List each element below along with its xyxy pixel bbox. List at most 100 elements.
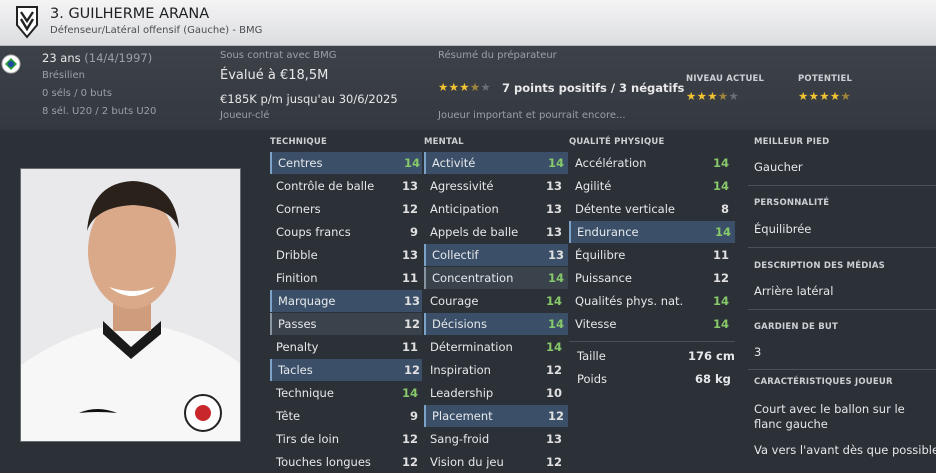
attribute-row[interactable]: Contrôle de balle 13	[270, 175, 422, 197]
attribute-name: Touches longues	[276, 455, 371, 469]
attribute-row[interactable]: Technique 14	[270, 382, 422, 404]
attribute-row[interactable]: Endurance 14	[569, 221, 735, 243]
attribute-value: 13	[545, 179, 562, 193]
coach-note: Joueur important et pourrait encore...	[438, 110, 626, 121]
club-badge-icon[interactable]	[15, 5, 39, 39]
attribute-row[interactable]: Tête 9	[270, 405, 422, 427]
attribute-value: 14	[545, 294, 562, 308]
player-photo	[20, 168, 241, 442]
u20-caps: 8 sél. U20 / 2 buts U20	[42, 106, 157, 117]
attribute-value: 12	[403, 317, 420, 331]
attribute-row[interactable]: Leadership 10	[424, 382, 568, 404]
attribute-row[interactable]: Anticipation 13	[424, 198, 568, 220]
attribute-name: Qualités phys. nat.	[575, 294, 684, 308]
attribute-value: 11	[712, 248, 729, 262]
attribute-row[interactable]: Penalty 11	[270, 336, 422, 358]
attribute-name: Équilibre	[575, 248, 626, 262]
technique-header: TECHNIQUE	[270, 137, 327, 147]
attribute-row[interactable]: Passes 12	[270, 313, 422, 335]
attribute-row[interactable]: Vitesse 14	[569, 313, 735, 335]
attribute-value: 12	[401, 455, 418, 469]
potential-stars: ★★★★★	[798, 89, 852, 103]
player-info-bar: 23 ans (14/4/1997) Brésilien 0 séls / 0 …	[0, 46, 936, 130]
attribute-row[interactable]: Corners 12	[270, 198, 422, 220]
attribute-row[interactable]: Détente verticale 8	[569, 198, 735, 220]
attribute-value: 9	[409, 225, 418, 239]
attribute-value: 13	[403, 294, 420, 308]
preferred-foot-label: MEILLEUR PIED	[754, 137, 830, 147]
attribute-name: Penalty	[276, 340, 319, 354]
attribute-name: Dribble	[276, 248, 318, 262]
coach-summary[interactable]: 7 points positifs / 3 négatifs	[502, 81, 684, 95]
divider	[748, 369, 936, 370]
attribute-row[interactable]: Équilibre 11	[569, 244, 735, 266]
attribute-row[interactable]: Centres 14	[270, 152, 422, 174]
physical-header: QUALITÉ PHYSIQUE	[569, 137, 665, 147]
attribute-row[interactable]: Appels de balle 13	[424, 221, 568, 243]
current-ability-stars: ★★★★★	[686, 89, 740, 103]
attribute-value: 13	[401, 179, 418, 193]
attribute-row[interactable]: Tirs de loin 12	[270, 428, 422, 450]
attribute-value: 14	[712, 156, 729, 170]
attribute-value: 11	[401, 340, 418, 354]
attribute-row[interactable]: Agilité 14	[569, 175, 735, 197]
attribute-row[interactable]: Agressivité 13	[424, 175, 568, 197]
coach-rating-stars: ★★★★★	[438, 80, 492, 94]
player-name: 3. GUILHERME ARANA	[50, 6, 210, 22]
potential-label: POTENTIEL	[798, 74, 853, 84]
attribute-row[interactable]: Décisions 14	[424, 313, 568, 335]
attribute-name: Placement	[432, 409, 493, 423]
attribute-value: 14	[401, 386, 418, 400]
attribute-row[interactable]: Concentration 14	[424, 267, 568, 289]
attribute-name: Tacles	[278, 363, 313, 377]
attribute-row[interactable]: Activité 14	[424, 152, 568, 174]
coach-report-label: Résumé du préparateur	[438, 50, 557, 61]
mental-header: MENTAL	[424, 137, 464, 147]
attribute-row[interactable]: Puissance 12	[569, 267, 735, 289]
divider	[748, 247, 936, 248]
attribute-row[interactable]: Finition 11	[270, 267, 422, 289]
attribute-row[interactable]: Tacles 12	[270, 359, 422, 381]
attribute-value: 12	[545, 455, 562, 469]
contract-club: Sous contrat avec BMG	[220, 50, 337, 61]
attribute-value: 14	[712, 294, 729, 308]
attribute-row[interactable]: Dribble 13	[270, 244, 422, 266]
attribute-value: 13	[401, 248, 418, 262]
attribute-value: 12	[545, 363, 562, 377]
player-trait: Va vers l'avant dès que possible	[754, 443, 936, 457]
attribute-value: 12	[403, 363, 420, 377]
attribute-row[interactable]: Collectif 13	[424, 244, 568, 266]
attribute-value: 13	[545, 225, 562, 239]
attribute-value: 12	[401, 202, 418, 216]
attribute-row[interactable]: Qualités phys. nat. 14	[569, 290, 735, 312]
attribute-row[interactable]: Placement 12	[424, 405, 568, 427]
media-description-label: DESCRIPTION DES MÉDIAS	[754, 261, 885, 271]
attribute-value: 14	[547, 271, 564, 285]
attribute-value: 12	[547, 409, 564, 423]
attribute-name: Agressivité	[430, 179, 494, 193]
attribute-row[interactable]: Détermination 14	[424, 336, 568, 358]
attribute-name: Leadership	[430, 386, 494, 400]
attribute-name: Puissance	[575, 271, 632, 285]
attribute-name: Appels de balle	[430, 225, 519, 239]
divider	[748, 185, 936, 186]
attribute-row[interactable]: Marquage 13	[270, 290, 422, 312]
attribute-name: Passes	[278, 317, 317, 331]
attribute-name: Anticipation	[430, 202, 499, 216]
player-wage: €185K p/m jusqu'au 30/6/2025	[220, 92, 398, 106]
goalkeeper-rating-label: GARDIEN DE BUT	[754, 322, 838, 332]
attribute-row[interactable]: Vision du jeu 12	[424, 451, 568, 473]
attribute-row[interactable]: Courage 14	[424, 290, 568, 312]
attribute-name: Finition	[276, 271, 318, 285]
attribute-row[interactable]: Accélération 14	[569, 152, 735, 174]
attribute-value: 13	[547, 248, 564, 262]
attribute-name: Agilité	[575, 179, 612, 193]
player-trait: Court avec le ballon sur le flanc gauche	[754, 402, 905, 431]
attribute-row[interactable]: Sang-froid 13	[424, 428, 568, 450]
attribute-name: Vision du jeu	[430, 455, 504, 469]
attribute-row[interactable]: Inspiration 12	[424, 359, 568, 381]
attribute-row[interactable]: Coups francs 9	[270, 221, 422, 243]
attribute-row[interactable]: Touches longues 12	[270, 451, 422, 473]
personality-value: Équilibrée	[754, 222, 812, 236]
player-traits-label: CARACTÉRISTIQUES JOUEUR	[754, 377, 893, 387]
